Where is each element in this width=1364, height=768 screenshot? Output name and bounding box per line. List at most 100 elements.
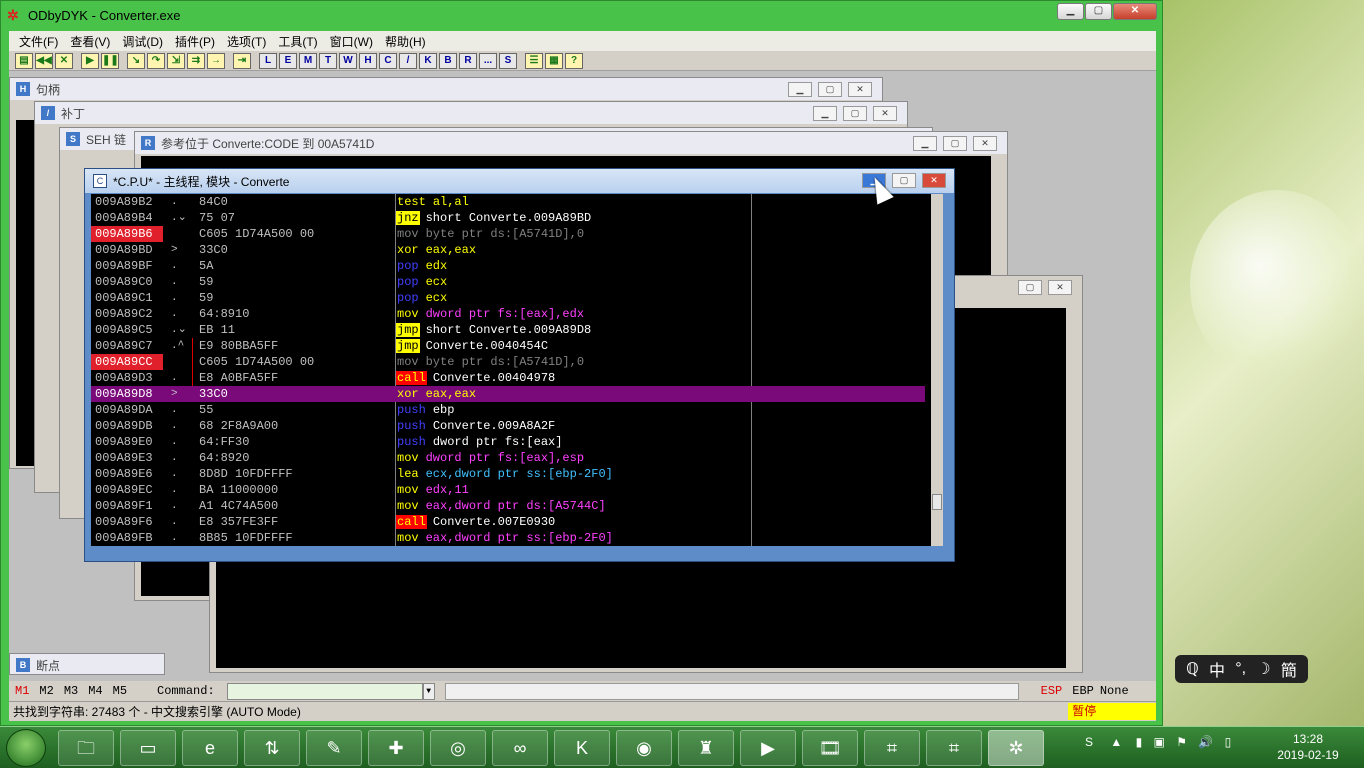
close-button[interactable]: ✕ (873, 106, 897, 121)
reg-none[interactable]: None (1100, 684, 1129, 698)
minimize-button[interactable]: ▁ (788, 82, 812, 97)
ime-punct-toggle[interactable]: °, (1235, 660, 1246, 678)
menu-view[interactable]: 查看(V) (64, 33, 116, 50)
disasm-row[interactable]: 009A89BF. 5A pop edx (91, 258, 925, 274)
show-hidden-icons-icon[interactable]: ▲ (1110, 735, 1122, 749)
ie-taskbar-icon[interactable]: e (182, 730, 238, 766)
disasm-row[interactable]: 009A89C1. 59 pop ecx (91, 290, 925, 306)
od2-taskbar-icon[interactable]: ⌗ (926, 730, 982, 766)
ime-simplified-toggle[interactable]: 簡 (1281, 657, 1297, 681)
command-input[interactable] (226, 682, 423, 700)
maximize-button[interactable]: ▢ (818, 82, 842, 97)
volume-tray-icon[interactable]: 🔊 (1198, 735, 1213, 749)
ime-logo-icon[interactable]: ℚ (1186, 659, 1199, 679)
open-icon[interactable]: ▤ (15, 52, 33, 69)
menu-debug[interactable]: 调试(D) (116, 33, 169, 50)
disasm-row[interactable]: 009A89EC. BA 11000000 mov edx,11 (91, 482, 925, 498)
menu-window[interactable]: 窗口(W) (324, 33, 379, 50)
disasm-row[interactable]: 009A89D8 >33C0 xor eax,eax (91, 386, 925, 402)
patches-button[interactable]: / (399, 52, 417, 69)
menu-plugins[interactable]: 插件(P) (169, 33, 221, 50)
power-tray-icon[interactable]: ▯ (1225, 735, 1232, 749)
castle-taskbar-icon[interactable]: ♜ (678, 730, 734, 766)
disasm-row[interactable]: 009A89B2. 84C0 test al,al (91, 194, 925, 210)
pause-icon[interactable]: ❚❚ (101, 52, 119, 69)
sync-taskbar-icon[interactable]: ⇅ (244, 730, 300, 766)
disasm-row[interactable]: 009A89E3. 64:8920 mov dword ptr fs:[eax],es… (91, 450, 925, 466)
menu-file[interactable]: 文件(F) (13, 33, 64, 50)
flag-tray-icon[interactable]: ⚑ (1176, 735, 1187, 749)
menu-options[interactable]: 选项(T) (221, 33, 272, 50)
disasm-row[interactable]: 009A89C0. 59 pop ecx (91, 274, 925, 290)
minimize-button[interactable]: ▁ (913, 136, 937, 151)
disasm-row[interactable]: 009A89C7 .^ E9 80BBA5FF jmp Converte.0040454… (91, 338, 925, 354)
list-icon[interactable]: ☰ (525, 52, 543, 69)
disasm-row[interactable]: 009A89F1. A1 4C74A500 mov eax,dword ptr ds:… (91, 498, 925, 514)
disasm-row[interactable]: 009A89E0. 64:FF30 push dword ptr fs:[eax] (91, 434, 925, 450)
disassembly-pane[interactable]: 009A89B2. 84C0 test al,al 009A89B4 .⌄ 75 07 jnz… (91, 194, 943, 546)
start-button[interactable] (6, 729, 46, 767)
close-button[interactable]: ✕ (922, 173, 946, 188)
explorer-taskbar-icon[interactable]: 🗀 (58, 730, 114, 766)
video-taskbar-icon[interactable]: 🎞 (802, 730, 858, 766)
m2-button[interactable]: M2 (39, 684, 53, 698)
disasm-row[interactable]: 009A89BD >33C0 xor eax,eax (91, 242, 925, 258)
run-icon[interactable]: ▶ (81, 52, 99, 69)
reg-ebp[interactable]: EBP (1072, 684, 1094, 698)
references-button[interactable]: R (459, 52, 477, 69)
callstack-button[interactable]: K (419, 52, 437, 69)
ime-toolbar[interactable]: ℚ 中 °, ☽ 簡 (1175, 655, 1308, 683)
disasm-row[interactable]: 009A89DB. 68 2F8A9A00 push Converte.009A8A2… (91, 418, 925, 434)
reg-esp[interactable]: ESP (1041, 684, 1063, 698)
execute-till-return-icon[interactable]: → (207, 52, 225, 69)
disasm-row[interactable]: 009A89D3. E8 A0BFA5FF call Converte.0040497… (91, 370, 925, 386)
go-to-icon[interactable]: ⇥ (233, 52, 251, 69)
close-file-icon[interactable]: ✕ (55, 52, 73, 69)
m4-button[interactable]: M4 (88, 684, 102, 698)
maximize-button[interactable]: ▢ (943, 136, 967, 151)
m3-button[interactable]: M3 (64, 684, 78, 698)
menu-help[interactable]: 帮助(H) (379, 33, 432, 50)
help-icon[interactable]: ? (565, 52, 583, 69)
k-taskbar-icon[interactable]: K (554, 730, 610, 766)
tool2-taskbar-icon[interactable]: ✚ (368, 730, 424, 766)
window-titlebar[interactable]: ✲ ODbyDYK - Converter.exe (1, 1, 1162, 29)
cpu-window[interactable]: C *C.P.U* - 主线程, 模块 - Converte ▁ ▢ ✕ 009… (84, 168, 955, 562)
maximize-button[interactable]: ▢ (1085, 3, 1112, 20)
log-button[interactable]: L (259, 52, 277, 69)
source-button[interactable]: S (499, 52, 517, 69)
cpu-window-titlebar[interactable]: C *C.P.U* - 主线程, 模块 - Converte (85, 169, 954, 193)
close-button[interactable]: ✕ (973, 136, 997, 151)
breakpoints-window-minimized[interactable]: B 断点 (9, 653, 165, 675)
minimize-button[interactable]: ▁ (1057, 3, 1084, 20)
maximize-button[interactable]: ▢ (892, 173, 916, 188)
firefox-taskbar-icon[interactable]: ◉ (616, 730, 672, 766)
maximize-button[interactable]: ▢ (843, 106, 867, 121)
tray-app-icon[interactable]: ▮ (1136, 735, 1143, 749)
windows-button[interactable]: W (339, 52, 357, 69)
breakpoints-button[interactable]: B (439, 52, 457, 69)
scroll-thumb[interactable] (932, 494, 942, 510)
od3-taskbar-icon[interactable]: ✲ (988, 730, 1044, 766)
close-button[interactable]: ✕ (1048, 280, 1072, 295)
disasm-row[interactable]: 009A89E6. 8D8D 10FDFFFF lea ecx,dword ptr s… (91, 466, 925, 482)
close-button[interactable]: ✕ (1113, 3, 1157, 20)
disasm-row[interactable]: 009A89B4 .⌄ 75 07 jnz short Converte.009A89B… (91, 210, 925, 226)
disasm-row[interactable]: 009A89F6. E8 357FE3FF call Converte.007E093… (91, 514, 925, 530)
m1-button[interactable]: M1 (15, 684, 29, 698)
disasm-row[interactable]: 009A89CC C605 1D74A500 00 mov byte ptr ds:[… (91, 354, 925, 370)
od1-taskbar-icon[interactable]: ⌗ (864, 730, 920, 766)
minimize-button[interactable]: ▁ (813, 106, 837, 121)
memory-button[interactable]: M (299, 52, 317, 69)
computer-taskbar-icon[interactable]: ▭ (120, 730, 176, 766)
close-button[interactable]: ✕ (848, 82, 872, 97)
restart-icon[interactable]: ◀◀ (35, 52, 53, 69)
ime-chinese-toggle[interactable]: 中 (1209, 657, 1225, 681)
run-trace-button[interactable]: ... (479, 52, 497, 69)
trace-over-icon[interactable]: ⇉ (187, 52, 205, 69)
tool-taskbar-icon[interactable]: ✎ (306, 730, 362, 766)
m5-button[interactable]: M5 (113, 684, 127, 698)
command-dropdown-icon[interactable]: ▼ (422, 682, 435, 700)
disasm-row[interactable]: 009A89DA. 55 push ebp (91, 402, 925, 418)
menu-tools[interactable]: 工具(T) (272, 33, 323, 50)
